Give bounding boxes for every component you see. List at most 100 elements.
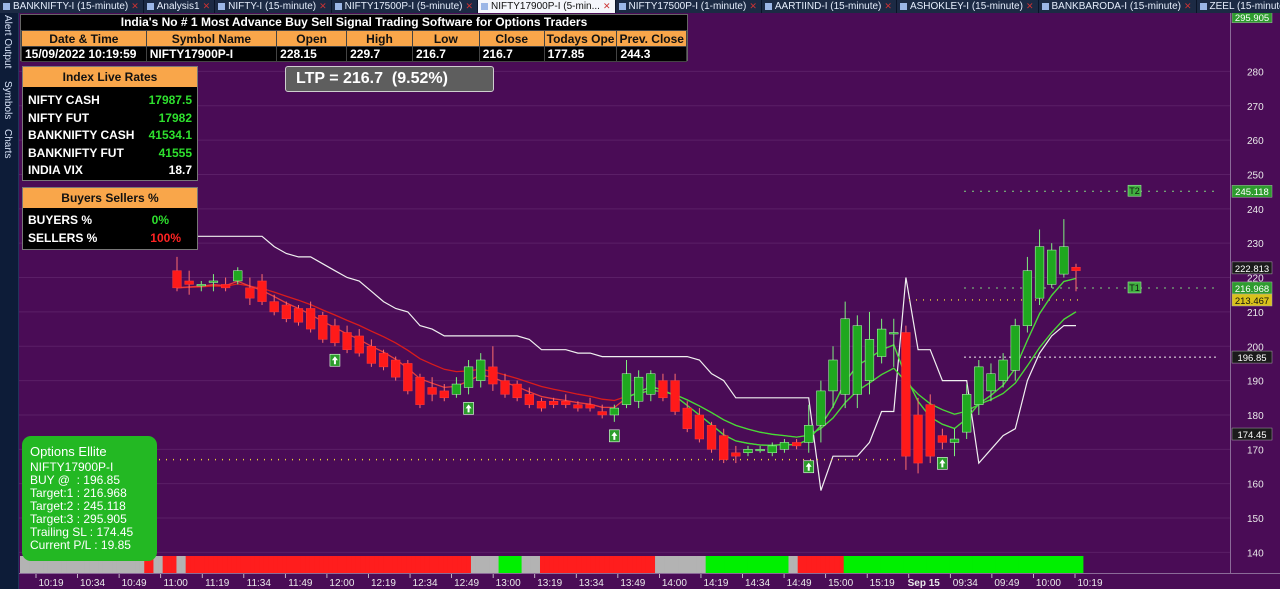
close-icon[interactable]: ✕ bbox=[465, 0, 473, 13]
candle bbox=[220, 277, 231, 292]
price-tag-label: 213.467 bbox=[1235, 296, 1269, 307]
col-low: Low bbox=[411, 30, 480, 47]
candle-body bbox=[463, 366, 474, 388]
price-tick-label: 240 bbox=[1247, 205, 1264, 216]
candle bbox=[986, 363, 996, 402]
tab-8[interactable]: BANKBARODA-I (15-minute) ✕ bbox=[1039, 0, 1197, 13]
candle-body bbox=[621, 373, 632, 405]
close-icon[interactable]: ✕ bbox=[203, 0, 211, 13]
bias-bar-segment bbox=[908, 556, 914, 573]
bias-bar-segment bbox=[470, 556, 476, 573]
tab-7[interactable]: ASHOKLEY-I (15-minute) ✕ bbox=[897, 0, 1039, 13]
candle-body bbox=[597, 411, 607, 416]
bias-bar-segment bbox=[411, 556, 417, 573]
buy-signal-arrow-icon bbox=[937, 457, 948, 470]
tab-5[interactable]: NIFTY17500P-I (1-minute) ✕ bbox=[616, 0, 762, 13]
price-tag-label: 222.813 bbox=[1235, 264, 1269, 275]
bias-bar-segment bbox=[346, 556, 352, 573]
bias-bar-segment bbox=[797, 556, 803, 573]
price-chart[interactable]: T2 T1 bbox=[19, 13, 1230, 573]
candle-body bbox=[864, 339, 875, 381]
bias-bar-segment bbox=[958, 556, 964, 573]
chart-tab-icon bbox=[334, 3, 342, 10]
close-icon[interactable]: ✕ bbox=[884, 0, 892, 13]
tab-2[interactable]: NIFTY-I (15-minute) ✕ bbox=[215, 0, 332, 13]
bias-bar-segment bbox=[415, 556, 421, 573]
candle bbox=[779, 439, 790, 453]
candle-body bbox=[852, 325, 862, 395]
close-icon[interactable]: ✕ bbox=[1026, 0, 1034, 13]
time-axis-svg: 10:19 10:34 10:49 11:00 11:19 11:34 11:49 12:00… bbox=[35, 574, 1103, 589]
bias-bar-segment bbox=[949, 556, 955, 573]
price-tick-label: 260 bbox=[1247, 136, 1264, 147]
candle-body bbox=[755, 449, 765, 452]
bias-bar-segment bbox=[291, 556, 297, 573]
bias-bar-segment bbox=[682, 556, 688, 573]
tab-4[interactable]: NIFTY17900P-I (5-min... ✕ bbox=[478, 0, 616, 13]
bias-bar-segment bbox=[714, 556, 720, 573]
bias-bar-segment bbox=[273, 556, 279, 573]
bias-bar-segment bbox=[940, 556, 946, 573]
candle bbox=[488, 346, 498, 391]
price-tag: 216.968 bbox=[1231, 281, 1273, 295]
candle-body bbox=[245, 287, 255, 299]
bias-bar-segment bbox=[489, 556, 495, 573]
candle-body bbox=[354, 335, 364, 354]
close-icon[interactable]: ✕ bbox=[603, 0, 611, 13]
side-tab-charts[interactable]: Charts bbox=[2, 129, 13, 158]
bias-bar-segment bbox=[954, 556, 960, 573]
candle bbox=[998, 353, 1008, 388]
candle-body bbox=[500, 380, 510, 395]
bias-bar-segment bbox=[567, 556, 573, 573]
candle bbox=[889, 318, 899, 367]
index-row-banknifty-fut: BANKNIFTY FUT 41555 bbox=[28, 145, 192, 160]
cell-symbol: NIFTY17900P-I bbox=[145, 46, 278, 62]
close-icon[interactable]: ✕ bbox=[319, 0, 327, 13]
time-tick-label: 12:19 bbox=[371, 578, 396, 589]
bias-bar-segment bbox=[305, 556, 311, 573]
bias-bar-segment bbox=[512, 556, 518, 573]
close-icon[interactable]: ✕ bbox=[749, 0, 757, 13]
side-tab-symbols[interactable]: Symbols bbox=[2, 81, 13, 119]
candle bbox=[634, 370, 644, 409]
bias-bar-segment bbox=[760, 556, 766, 573]
bias-bar-segment bbox=[553, 556, 559, 573]
close-icon[interactable]: ✕ bbox=[131, 0, 139, 13]
bias-bar-segment bbox=[365, 556, 371, 573]
cell-open: 228.15 bbox=[276, 46, 348, 62]
buy-signal-arrow-icon bbox=[609, 429, 620, 443]
bias-bar-segment bbox=[1073, 556, 1079, 573]
chart-area[interactable]: T2 T1 bbox=[19, 13, 1230, 573]
candle bbox=[415, 373, 425, 409]
bias-bar-segment bbox=[645, 556, 651, 573]
time-axis[interactable]: 10:19 10:34 10:49 11:00 11:19 11:34 11:49 12:00… bbox=[19, 573, 1280, 589]
side-tab-alert-output[interactable]: Alert Output bbox=[2, 15, 13, 68]
tab-1[interactable]: Analysis1 ✕ bbox=[144, 0, 216, 13]
candle-body bbox=[427, 387, 437, 395]
candle-body bbox=[184, 280, 194, 285]
tab-0[interactable]: BANKNIFTY-I (15-minute) ✕ bbox=[0, 0, 144, 13]
tab-9[interactable]: ZEEL (15-minute)✕ bbox=[1197, 0, 1280, 13]
bias-bar-segment bbox=[852, 556, 858, 573]
bias-bar-segment bbox=[1050, 556, 1056, 573]
cell-date-time: 15/09/2022 10:19:59 bbox=[21, 46, 147, 62]
bias-bar-segment bbox=[728, 556, 734, 573]
tab-3[interactable]: NIFTY17500P-I (5-minute) ✕ bbox=[332, 0, 479, 13]
buyers-row: BUYERS % 0% bbox=[28, 213, 169, 227]
close-icon[interactable]: ✕ bbox=[1184, 0, 1192, 13]
bias-bar-segment bbox=[903, 556, 909, 573]
bias-bar-segment bbox=[194, 556, 200, 573]
bias-bar-segment bbox=[383, 556, 389, 573]
time-tick-label: 09:34 bbox=[953, 578, 978, 589]
bias-bar-segment bbox=[282, 556, 288, 573]
bias-bar-segment bbox=[1046, 556, 1052, 573]
bias-bar-segment bbox=[788, 556, 794, 573]
candle bbox=[318, 311, 328, 343]
tab-6[interactable]: AARTIIND-I (15-minute) ✕ bbox=[762, 0, 897, 13]
candle bbox=[706, 421, 717, 453]
price-axis[interactable]: 140 150 160 170 180 190 200 210 220 230 240 250 260 2… bbox=[1230, 10, 1280, 573]
candle bbox=[658, 373, 668, 402]
bias-bar-segment bbox=[181, 556, 187, 573]
bias-bar-segment bbox=[880, 556, 886, 573]
bias-bar-segment bbox=[931, 556, 937, 573]
